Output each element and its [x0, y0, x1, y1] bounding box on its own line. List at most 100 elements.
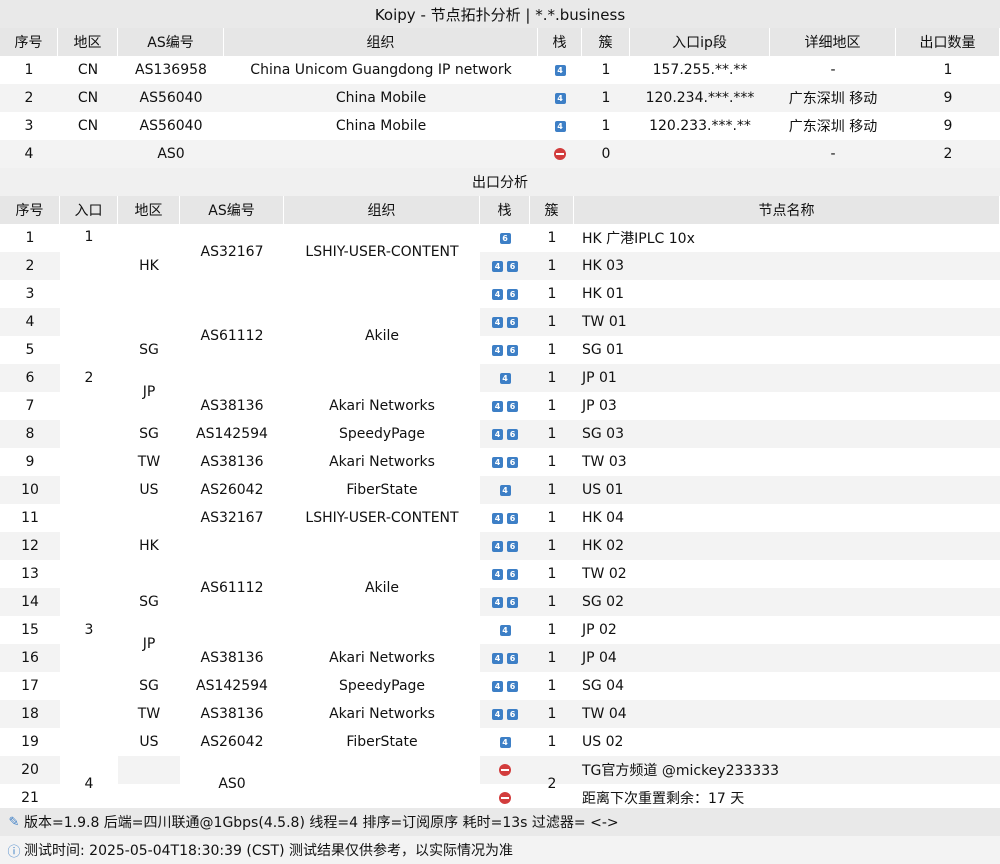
inbound-header-cell: AS编号 — [118, 28, 224, 56]
outbound-cell-node: TG官方频道 @mickey233333 — [582, 763, 780, 779]
ipv6-badge: 6 — [507, 680, 518, 692]
outbound-cell-org: Akile — [284, 532, 480, 644]
outbound-cell-cluster: 1 — [547, 510, 557, 526]
ipv6-badge: 6 — [507, 288, 518, 300]
outbound-cell-cluster: 1 — [547, 454, 557, 470]
outbound-cell-node: HK 04 — [582, 510, 624, 526]
inbound-cell-region: CN — [77, 90, 99, 106]
outbound-cell-stack: 6 — [480, 224, 530, 252]
ipv4-badge: 4 — [492, 316, 503, 328]
outbound-cell-asn: AS38136 — [180, 700, 284, 728]
outbound-cell-entry: 4 — [60, 756, 118, 812]
ipv4-badge: 4 — [492, 344, 503, 356]
outbound-cell-idx: 11 — [21, 510, 39, 526]
inbound-cell-stack: 4 — [538, 112, 582, 140]
outbound-cell-stack: 4 — [480, 476, 530, 504]
outbound-cell-region: SG — [118, 672, 180, 700]
inbound-cell-idx: 3 — [24, 118, 34, 134]
inbound-cell-ip: 157.255.**.** — [652, 62, 748, 78]
outbound-cell-node: HK 02 — [582, 538, 624, 554]
inbound-header-cell: 组织 — [224, 28, 538, 56]
outbound-cell-stack: 46 — [480, 448, 530, 476]
outbound-cell-stack: 4 — [480, 364, 530, 392]
ipv6-badge: 6 — [507, 344, 518, 356]
inbound-header-cell: 簇 — [582, 28, 630, 56]
ipv6-badge: 6 — [507, 540, 518, 552]
inbound-header-cell: 出口数量 — [896, 28, 1000, 56]
ipv6-badge: 6 — [507, 568, 518, 580]
settings-icon: ✎ — [8, 814, 20, 830]
inbound-cell-asn: AS0 — [157, 146, 185, 162]
ipv4-badge: 4 — [499, 624, 511, 636]
inbound-cell-cluster: 1 — [601, 90, 611, 106]
outbound-cell-node: US 01 — [582, 482, 624, 498]
outbound-cell-stack: 4 — [480, 728, 530, 756]
outbound-cell-stack: 46 — [480, 560, 530, 588]
outbound-cell-stack: 4 — [480, 616, 530, 644]
outbound-cell-region: SG — [118, 336, 180, 364]
outbound-cell-stack: 46 — [480, 532, 530, 560]
outbound-cell-asn: AS142594 — [180, 672, 284, 700]
outbound-cell-stack: 46 — [480, 336, 530, 364]
inbound-cell-detail: - — [830, 62, 836, 78]
ipv4-badge: 4 — [492, 652, 503, 664]
outbound-cell-region: TW — [118, 700, 180, 728]
outbound-cell-node: JP 01 — [582, 370, 617, 386]
ipv4-badge: 4 — [492, 540, 503, 552]
outbound-cell-stack: 46 — [480, 644, 530, 672]
ipv6-badge: 6 — [507, 708, 518, 720]
inbound-cell-region — [58, 140, 118, 168]
inbound-cell-count: 1 — [943, 62, 953, 78]
outbound-cell-cluster: 1 — [547, 398, 557, 414]
ipv4-badge: 4 — [492, 260, 503, 272]
inbound-cell-idx: 4 — [24, 146, 34, 162]
outbound-cell-idx: 14 — [21, 594, 39, 610]
inbound-cell-count: 9 — [943, 90, 953, 106]
outbound-cell-idx: 17 — [21, 678, 39, 694]
outbound-cell-org: Akari Networks — [284, 700, 480, 728]
outbound-cell-asn: AS61112 — [180, 280, 284, 392]
inbound-cell-asn: AS136958 — [135, 62, 207, 78]
inbound-cell-cluster: 1 — [601, 118, 611, 134]
outbound-cell-entry: 2 — [60, 252, 118, 504]
outbound-cell-idx: 8 — [25, 426, 35, 442]
inbound-cell-org: China Unicom Guangdong IP network — [250, 62, 512, 78]
inbound-cell-region: CN — [77, 118, 99, 134]
no-entry-icon — [499, 792, 511, 804]
outbound-cell-idx: 3 — [25, 286, 35, 302]
inbound-cell-stack — [538, 140, 582, 168]
outbound-cell-org: Akari Networks — [284, 448, 480, 476]
inbound-cell-org: China Mobile — [335, 118, 427, 134]
outbound-cell-org: FiberState — [284, 476, 480, 504]
inbound-cell-ip: 120.234.***.*** — [645, 90, 755, 106]
outbound-cell-region: HK — [118, 224, 180, 308]
outbound-cell-node: SG 04 — [582, 678, 624, 694]
ipv4-badge: 4 — [554, 64, 566, 76]
ipv4-badge: 4 — [492, 708, 503, 720]
outbound-cell-cluster: 1 — [547, 370, 557, 386]
ipv4-badge: 4 — [492, 456, 503, 468]
outbound-cell-cluster: 1 — [547, 622, 557, 638]
ipv6-badge: 6 — [507, 456, 518, 468]
outbound-cell-asn: AS142594 — [180, 420, 284, 448]
outbound-cell-stack: 46 — [480, 392, 530, 420]
outbound-cell-region: US — [118, 728, 180, 756]
ipv4-badge: 4 — [492, 568, 503, 580]
outbound-cell-stack: 46 — [480, 588, 530, 616]
outbound-cell-asn: AS61112 — [180, 532, 284, 644]
outbound-cell-node: JP 03 — [582, 398, 617, 414]
footer-timestamp: ⓘ 测试时间: 2025-05-04T18:30:39 (CST) 测试结果仅供… — [0, 836, 1000, 864]
inbound-cell-idx: 2 — [24, 90, 34, 106]
ipv6-badge: 6 — [499, 232, 511, 244]
outbound-cell-cluster: 1 — [547, 286, 557, 302]
outbound-cell-asn: AS38136 — [180, 392, 284, 420]
outbound-cell-node: HK 广港IPLC 10x — [582, 231, 695, 247]
inbound-cell-count: 9 — [943, 118, 953, 134]
ipv4-badge: 4 — [492, 428, 503, 440]
outbound-cell-idx: 7 — [25, 398, 35, 414]
inbound-cell-idx: 1 — [24, 62, 34, 78]
ipv4-badge: 4 — [499, 484, 511, 496]
outbound-cell-cluster: 1 — [547, 594, 557, 610]
outbound-cell-region: HK — [118, 504, 180, 588]
ipv4-badge: 4 — [499, 372, 511, 384]
